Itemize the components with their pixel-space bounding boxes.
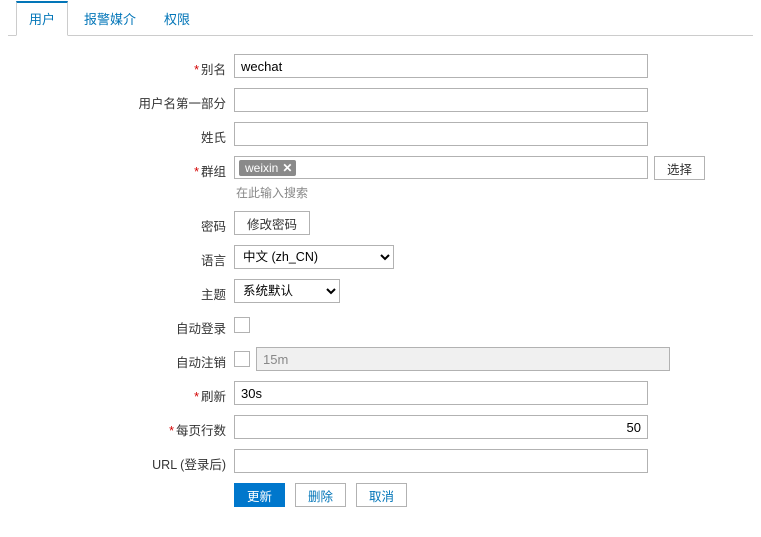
label-groups: *群组 [24,156,234,180]
url-input[interactable] [234,449,648,473]
label-url: URL (登录后) [24,449,234,473]
tab-perm-label: 权限 [164,12,190,27]
firstname-input[interactable] [234,88,648,112]
lastname-input[interactable] [234,122,648,146]
tab-media[interactable]: 报警媒介 [72,1,148,36]
autologout-checkbox[interactable] [234,351,250,367]
label-refresh: *刷新 [24,381,234,405]
refresh-input[interactable] [234,381,648,405]
update-button[interactable]: 更新 [234,483,285,507]
label-lastname: 姓氏 [24,122,234,146]
remove-group-icon[interactable]: ✕ [282,161,292,175]
label-theme: 主题 [24,279,234,303]
label-autologin: 自动登录 [24,313,234,337]
label-rows: *每页行数 [24,415,234,439]
autologout-input [256,347,670,371]
label-autologout: 自动注销 [24,347,234,371]
group-tag-label: weixin [245,161,278,175]
user-form: *别名 用户名第一部分 姓氏 *群组 weixin ✕ [8,36,753,517]
tab-bar: 用户 报警媒介 权限 [8,0,753,36]
cancel-button[interactable]: 取消 [356,483,407,507]
autologin-checkbox[interactable] [234,317,250,333]
label-password: 密码 [24,211,234,235]
tab-media-label: 报警媒介 [84,12,136,27]
tab-user[interactable]: 用户 [16,1,68,36]
label-alias: *别名 [24,54,234,78]
groups-box[interactable]: weixin ✕ [234,156,648,179]
label-firstname: 用户名第一部分 [24,88,234,112]
rows-input[interactable] [234,415,648,439]
tab-perm[interactable]: 权限 [152,1,202,36]
theme-select[interactable]: 系统默认 [234,279,340,303]
delete-button[interactable]: 删除 [295,483,346,507]
change-password-button[interactable]: 修改密码 [234,211,310,235]
label-language: 语言 [24,245,234,269]
group-tag: weixin ✕ [239,160,296,176]
select-groups-button[interactable]: 选择 [654,156,705,180]
language-select[interactable]: 中文 (zh_CN) [234,245,394,269]
groups-hint: 在此输入搜索 [234,184,648,201]
tab-user-label: 用户 [29,12,55,27]
alias-input[interactable] [234,54,648,78]
